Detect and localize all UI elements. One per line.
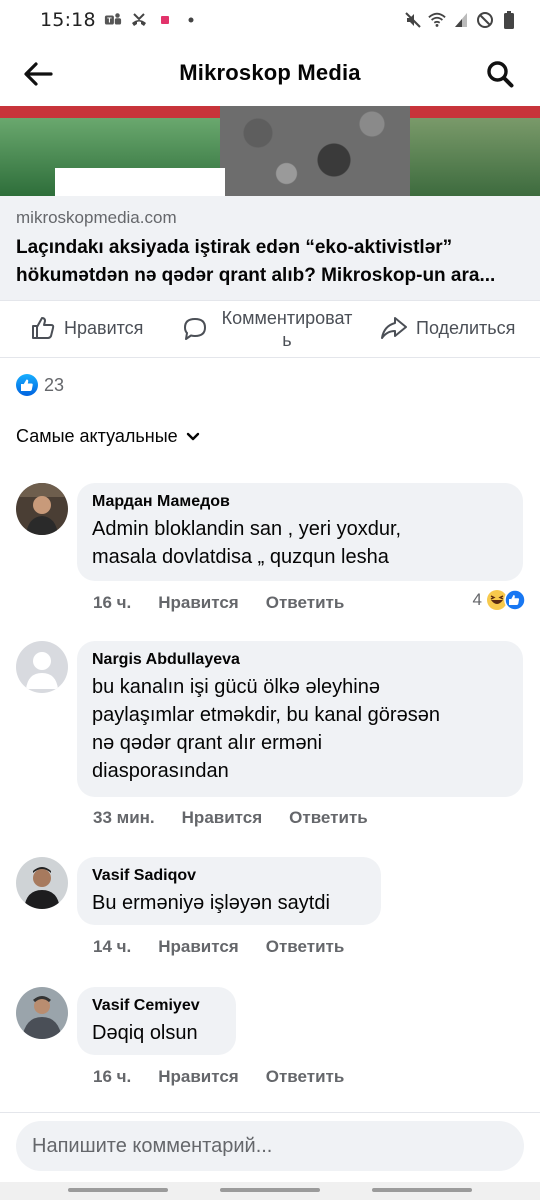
reactions-summary[interactable]: 23 [16, 374, 64, 396]
comment-author[interactable]: Мардан Мамедов [92, 491, 509, 513]
avatar[interactable] [16, 641, 68, 693]
link-preview-image[interactable] [0, 106, 540, 196]
comment-text-line: Dəqiq olsun [92, 1022, 198, 1044]
link-title-line-1: Laçındakı aksiyada iştirak edən “eko-akt… [16, 237, 453, 258]
comment-author[interactable]: Vasif Sadiqov [92, 865, 367, 887]
comment-bubble[interactable]: Vasif Cemiyev Dəqiq olsun [77, 987, 236, 1055]
like-label: Нравится [64, 317, 144, 338]
comment-like-button[interactable]: Нравится [158, 593, 239, 613]
like-reaction-icon [16, 374, 38, 396]
comment-time: 16 ч. [93, 1067, 132, 1086]
nav-recent-button[interactable] [68, 1188, 168, 1192]
comments-sort-dropdown[interactable]: Самые актуальные [16, 426, 200, 447]
comment-reply-button[interactable]: Ответить [266, 937, 345, 957]
link-preview-info[interactable]: mikroskopmedia.com Laçındakı aksiyada iş… [0, 196, 540, 300]
dot-icon [182, 11, 200, 29]
comment-text-line: nə qədər qrant alır erməni [92, 732, 323, 754]
share-label: Поделиться [416, 317, 516, 338]
avatar[interactable] [16, 857, 68, 909]
like-button[interactable]: Нравится [30, 315, 143, 341]
notification-dot-icon [156, 11, 174, 29]
avatar[interactable] [16, 483, 68, 535]
comment-item: Vasif Cemiyev Dəqiq olsun 16 ч. Нравится… [16, 987, 526, 1097]
nav-home-button[interactable] [220, 1188, 320, 1192]
comment-input[interactable]: Напишите комментарий... [16, 1121, 524, 1171]
share-icon [381, 317, 407, 339]
post-actions-bar: Нравится Комментироват ь Поделиться [0, 300, 540, 358]
comment-meta: 14 ч. Нравится Ответить [93, 937, 371, 957]
share-button[interactable]: Поделиться [380, 315, 515, 341]
svg-text:T: T [107, 16, 112, 25]
comment-meta: 16 ч. Нравится Ответить [93, 593, 371, 613]
comment-text-line: paylaşımlar etməkdir, bu kanal görəsən [92, 704, 440, 726]
avatar[interactable] [16, 987, 68, 1039]
back-button[interactable] [18, 54, 58, 94]
comment-icon [184, 318, 206, 340]
comment-text-line: Bu erməniyə işləyən saytdi [92, 892, 330, 914]
comment-time: 16 ч. [93, 593, 132, 612]
comment-text-line: bu kanalın işi gücü ölkə əleyhinə [92, 676, 380, 698]
arrow-left-icon [24, 62, 53, 86]
image-background-right [400, 118, 540, 196]
comment-like-button[interactable]: Нравится [158, 937, 239, 957]
comment-input-placeholder: Напишите комментарий... [32, 1134, 273, 1157]
comment-text-line: diasporasından [92, 760, 229, 782]
like-reaction-icon [504, 589, 526, 611]
comment-time: 33 мин. [93, 808, 155, 827]
camouflage-figure [220, 106, 410, 196]
system-navigation-bar [0, 1182, 540, 1200]
comment-reply-button[interactable]: Ответить [266, 593, 345, 613]
comment-bubble[interactable]: Vasif Sadiqov Bu erməniyə işləyən saytdi [77, 857, 381, 925]
link-title-line-2: hökumətdən nə qədər qrant alıb? Mikrosko… [16, 265, 496, 286]
comment-meta: 33 мин. Нравится Ответить [93, 808, 395, 828]
search-button[interactable] [480, 54, 520, 94]
comment-label: Комментироват ь [221, 308, 353, 350]
image-white-block [55, 168, 225, 196]
comment-button[interactable]: Комментироват ь [182, 307, 358, 351]
nav-back-button[interactable] [372, 1188, 472, 1192]
comment-reactions[interactable]: 4 [473, 589, 526, 611]
reactions-count: 23 [44, 374, 65, 395]
comment-like-button[interactable]: Нравится [158, 1067, 239, 1087]
thumbs-up-icon [32, 317, 55, 339]
comment-reply-button[interactable]: Ответить [289, 808, 368, 828]
comment-time: 14 ч. [93, 937, 132, 956]
comment-reaction-count: 4 [472, 590, 482, 609]
comment-author[interactable]: Vasif Cemiyev [92, 995, 222, 1017]
comment-composer-bar: Напишите комментарий... [0, 1112, 540, 1182]
battery-icon [500, 11, 518, 29]
search-icon [487, 61, 514, 88]
chevron-down-icon [186, 432, 199, 440]
comment-text-line: masala dovlatdisa „ quzqun lesha [92, 546, 389, 568]
comment-item: Мардан Мамедов Admin bloklandin san , ye… [16, 483, 526, 613]
comment-meta: 16 ч. Нравится Ответить [93, 1067, 371, 1087]
no-disturb-icon [476, 11, 494, 29]
comment-item: Vasif Sadiqov Bu erməniyə işləyən saytdi… [16, 857, 526, 967]
signal-icon [452, 11, 470, 29]
teams-icon: T [104, 11, 122, 29]
mute-icon [404, 11, 422, 29]
comment-reply-button[interactable]: Ответить [266, 1067, 345, 1087]
status-time: 15:18 [40, 9, 96, 31]
comment-item: Nargis Abdullayeva bu kanalın işi gücü ö… [16, 641, 526, 831]
link-domain: mikroskopmedia.com [16, 208, 177, 227]
comment-text-line: Admin bloklandin san , yeri yoxdur, [92, 518, 402, 540]
page-title: Mikroskop Media [179, 60, 361, 85]
comment-like-button[interactable]: Нравится [182, 808, 263, 828]
comment-bubble[interactable]: Мардан Мамедов Admin bloklandin san , ye… [77, 483, 523, 581]
comment-bubble[interactable]: Nargis Abdullayeva bu kanalın işi gücü ö… [77, 641, 523, 797]
missed-call-icon [130, 11, 148, 29]
status-bar: 15:18 T [0, 0, 540, 40]
comment-author[interactable]: Nargis Abdullayeva [92, 649, 509, 671]
app-header: Mikroskop Media [0, 40, 540, 106]
wifi-icon [428, 11, 446, 29]
sort-label: Самые актуальные [16, 426, 178, 446]
